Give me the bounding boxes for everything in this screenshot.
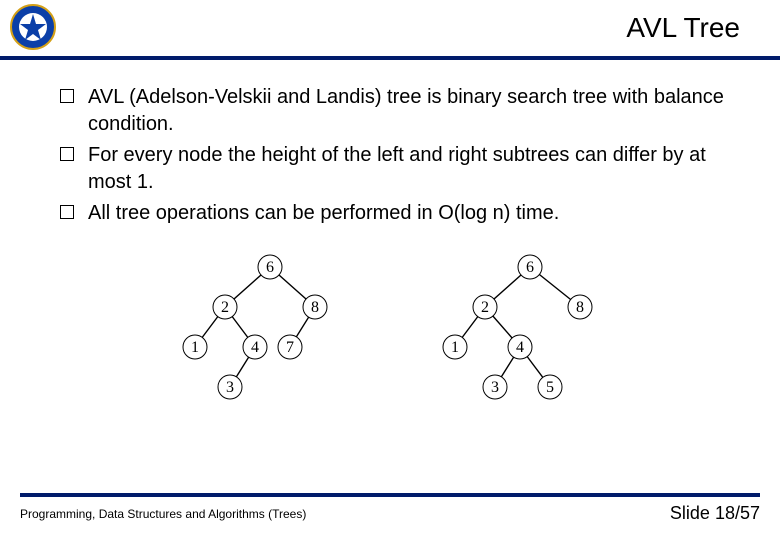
node-label: 6 bbox=[266, 259, 274, 276]
slide-header: AVL Tree bbox=[0, 0, 780, 60]
node-label: 6 bbox=[526, 259, 534, 276]
bullet-text: All tree operations can be performed in … bbox=[88, 202, 559, 224]
node-label: 4 bbox=[516, 339, 524, 356]
tree-diagrams: 6 2 8 1 4 7 3 bbox=[60, 247, 740, 417]
node-label: 4 bbox=[251, 339, 259, 356]
logo-badge bbox=[10, 4, 56, 50]
node-label: 1 bbox=[451, 339, 459, 356]
tree-right: 6 2 8 1 4 3 5 bbox=[430, 247, 630, 417]
node-label: 2 bbox=[481, 299, 489, 316]
node-label: 8 bbox=[311, 299, 319, 316]
node-label: 5 bbox=[546, 379, 554, 396]
node-label: 3 bbox=[226, 379, 234, 396]
slide: AVL Tree AVL (Adelson-Velskii and Landis… bbox=[0, 0, 780, 540]
slide-footer: Programming, Data Structures and Algorit… bbox=[0, 493, 780, 524]
bullet-text: For every node the height of the left an… bbox=[88, 144, 706, 193]
bullet-item: All tree operations can be performed in … bbox=[60, 200, 740, 227]
node-label: 7 bbox=[286, 339, 294, 356]
bullet-item: AVL (Adelson-Velskii and Landis) tree is… bbox=[60, 84, 740, 138]
tree-left: 6 2 8 1 4 7 3 bbox=[170, 247, 370, 417]
footer-course: Programming, Data Structures and Algorit… bbox=[20, 507, 306, 521]
node-label: 2 bbox=[221, 299, 229, 316]
node-label: 1 bbox=[191, 339, 199, 356]
footer-bar: Programming, Data Structures and Algorit… bbox=[20, 493, 760, 524]
bullet-text: AVL (Adelson-Velskii and Landis) tree is… bbox=[88, 86, 724, 135]
node-label: 8 bbox=[576, 299, 584, 316]
slide-title: AVL Tree bbox=[626, 12, 740, 44]
node-label: 3 bbox=[491, 379, 499, 396]
slide-body: AVL (Adelson-Velskii and Landis) tree is… bbox=[0, 60, 780, 417]
footer-page: Slide 18/57 bbox=[670, 503, 760, 524]
bullet-item: For every node the height of the left an… bbox=[60, 142, 740, 196]
